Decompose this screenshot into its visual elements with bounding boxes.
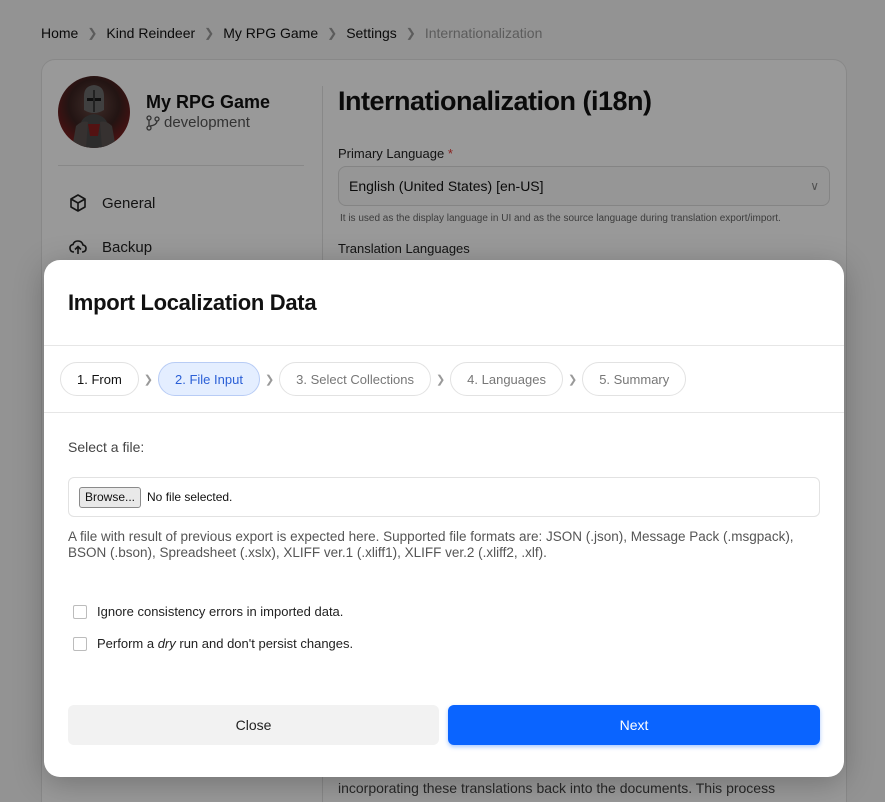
dry-run-checkbox[interactable]	[73, 636, 87, 651]
step-from[interactable]: 1. From	[60, 362, 139, 396]
file-format-help: A file with result of previous export is…	[68, 529, 794, 560]
dry-run-label-emphasis: dry	[157, 636, 176, 651]
file-status: No file selected.	[147, 490, 233, 504]
chevron-right-icon: ❯	[264, 373, 275, 386]
step-summary[interactable]: 5. Summary	[582, 362, 687, 396]
close-button[interactable]: Close	[68, 705, 439, 745]
dialog-divider	[44, 412, 844, 413]
chevron-right-icon: ❯	[567, 373, 578, 386]
import-localization-dialog: Import Localization Data 1. From ❯ 2. Fi…	[44, 260, 844, 777]
step-languages[interactable]: 4. Languages	[450, 362, 563, 396]
dry-run-label: Perform a dry run and don't persist chan…	[97, 636, 353, 651]
chevron-right-icon: ❯	[435, 373, 446, 386]
dialog-divider	[44, 345, 844, 346]
step-select-collections[interactable]: 3. Select Collections	[279, 362, 431, 396]
ignore-errors-label: Ignore consistency errors in imported da…	[97, 604, 344, 619]
step-file-input[interactable]: 2. File Input	[158, 362, 260, 396]
file-select-label: Select a file:	[68, 439, 145, 455]
browse-button[interactable]: Browse...	[79, 486, 142, 508]
dry-run-label-suffix: run and don't persist changes.	[175, 636, 354, 651]
chevron-right-icon: ❯	[143, 373, 154, 386]
file-input[interactable]: Browse... No file selected.	[68, 477, 820, 517]
ignore-errors-option[interactable]: Ignore consistency errors in imported da…	[73, 604, 343, 619]
stepper: 1. From ❯ 2. File Input ❯ 3. Select Coll…	[60, 362, 687, 396]
dry-run-label-prefix: Perform a	[97, 636, 158, 651]
next-button[interactable]: Next	[448, 705, 820, 745]
ignore-errors-checkbox[interactable]	[73, 604, 87, 619]
dialog-title: Import Localization Data	[68, 290, 317, 315]
dry-run-option[interactable]: Perform a dry run and don't persist chan…	[73, 636, 353, 651]
